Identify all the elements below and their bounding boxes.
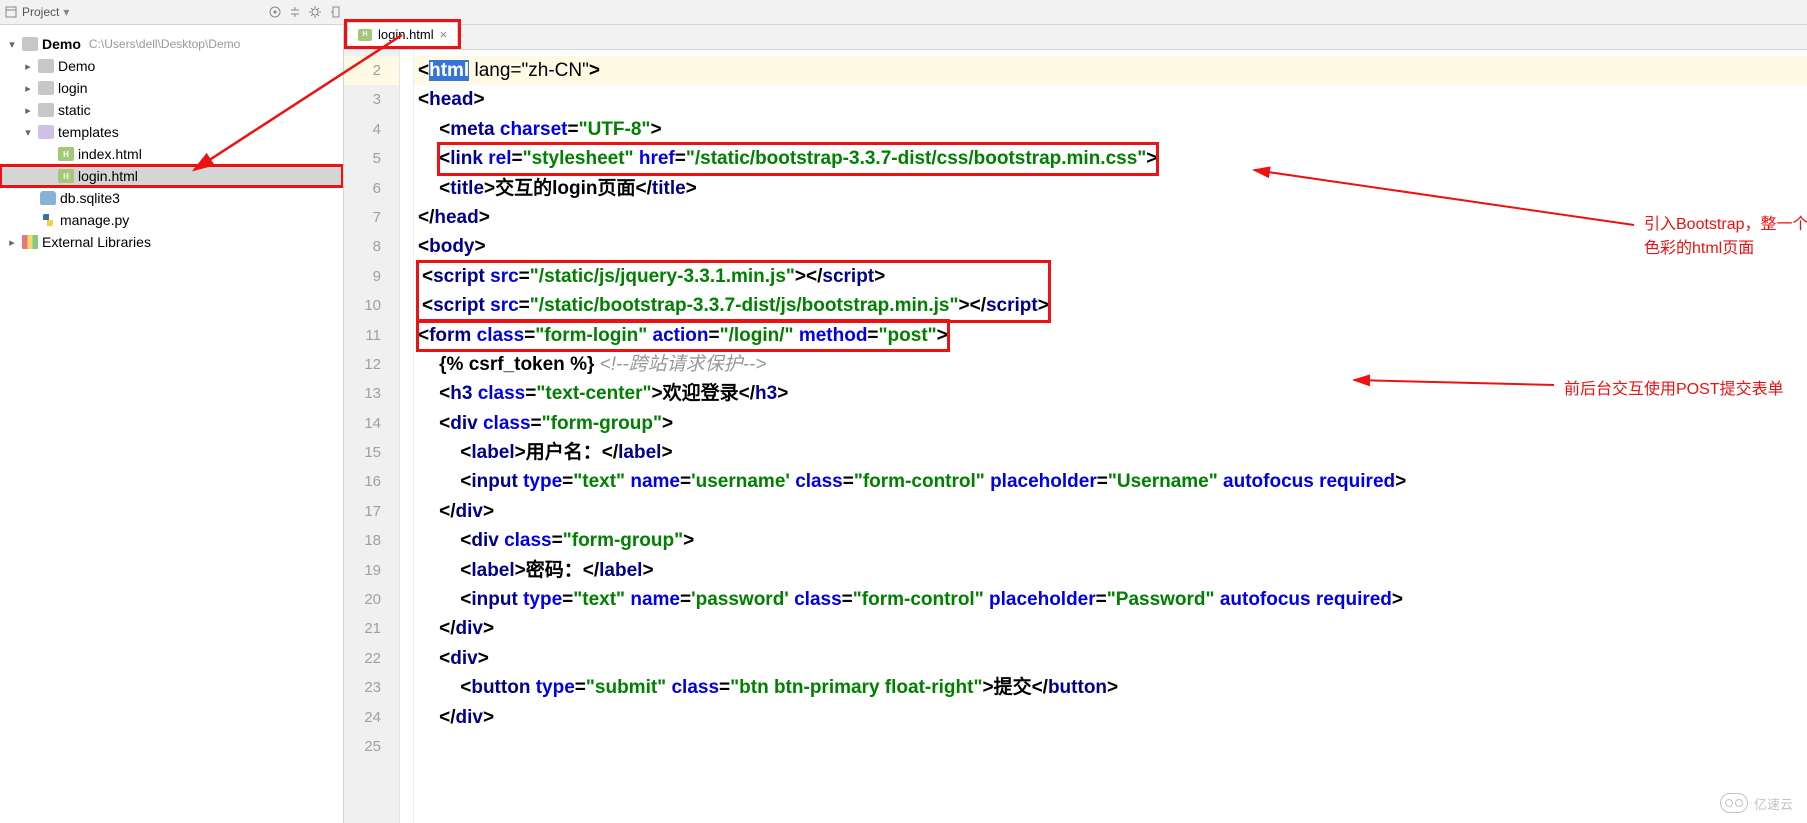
html-file-icon: H	[58, 147, 74, 161]
fold-column[interactable]	[400, 50, 414, 823]
line-number-gutter[interactable]: 2345678910111213141516171819202122232425	[344, 50, 400, 823]
tree-item[interactable]: db.sqlite3	[0, 187, 343, 209]
html-file-icon: H	[358, 29, 372, 41]
ide-toolbar: Project ▾	[0, 0, 1807, 25]
database-icon	[40, 191, 56, 205]
tree-label: manage.py	[60, 212, 129, 228]
html-file-icon: H	[58, 169, 74, 183]
chevron-down-icon[interactable]: ▾	[22, 126, 34, 139]
watermark-icon	[1720, 793, 1748, 813]
tree-label: login	[58, 80, 88, 96]
code-editor[interactable]: <html lang="zh-CN"><head> <meta charset=…	[414, 50, 1807, 823]
project-tree[interactable]: ▾ Demo C:\Users\dell\Desktop\Demo ▸Demo …	[0, 25, 344, 823]
tree-item[interactable]: manage.py	[0, 209, 343, 231]
folder-icon	[38, 59, 54, 73]
tree-external-libs[interactable]: ▸ External Libraries	[0, 231, 343, 253]
tree-item[interactable]: ▸ static	[0, 99, 343, 121]
tree-label: db.sqlite3	[60, 190, 120, 206]
tree-label: static	[58, 102, 91, 118]
editor-tabbar: H login.html ×	[344, 25, 1807, 50]
libraries-icon	[22, 235, 38, 249]
tree-item[interactable]: ▸ Demo	[0, 55, 343, 77]
chevron-right-icon[interactable]: ▸	[22, 82, 34, 95]
tree-path: C:\Users\dell\Desktop\Demo	[89, 37, 240, 51]
collapse-icon[interactable]	[288, 5, 302, 19]
folder-icon	[38, 103, 54, 117]
tree-label: index.html	[78, 146, 142, 162]
chevron-right-icon[interactable]: ▸	[22, 104, 34, 117]
annotation-text: 前后台交互使用POST提交表单	[1564, 375, 1784, 399]
tree-item[interactable]: Hindex.html	[0, 143, 343, 165]
close-icon[interactable]: ×	[440, 27, 448, 42]
tree-label: templates	[58, 124, 119, 140]
watermark: 亿速云	[1720, 793, 1793, 813]
editor-tab[interactable]: H login.html ×	[347, 22, 458, 46]
tree-item[interactable]: ▸ login	[0, 77, 343, 99]
target-icon[interactable]	[268, 5, 282, 19]
chevron-right-icon[interactable]: ▸	[22, 60, 34, 73]
tab-title: login.html	[378, 27, 434, 42]
python-file-icon	[40, 213, 56, 227]
minimize-icon[interactable]	[328, 5, 342, 19]
tree-label: Demo	[58, 58, 95, 74]
tree-item-selected[interactable]: Hlogin.html	[0, 165, 343, 187]
project-label[interactable]: Project ▾	[22, 5, 69, 19]
chevron-right-icon[interactable]: ▸	[6, 236, 18, 249]
tree-label: Demo	[42, 36, 81, 52]
folder-icon	[38, 81, 54, 95]
tree-root[interactable]: ▾ Demo C:\Users\dell\Desktop\Demo	[0, 33, 343, 55]
project-tool-icon[interactable]	[4, 5, 18, 19]
folder-icon	[38, 125, 54, 139]
watermark-text: 亿速云	[1754, 794, 1793, 813]
folder-icon	[22, 37, 38, 51]
annotation-text: 引入Bootstrap，整一个稍微带点色彩的html页面	[1644, 210, 1807, 258]
gear-icon[interactable]	[308, 5, 322, 19]
tree-label: login.html	[78, 168, 138, 184]
tree-label: External Libraries	[42, 234, 151, 250]
chevron-down-icon[interactable]: ▾	[6, 38, 18, 51]
tree-item[interactable]: ▾ templates	[0, 121, 343, 143]
